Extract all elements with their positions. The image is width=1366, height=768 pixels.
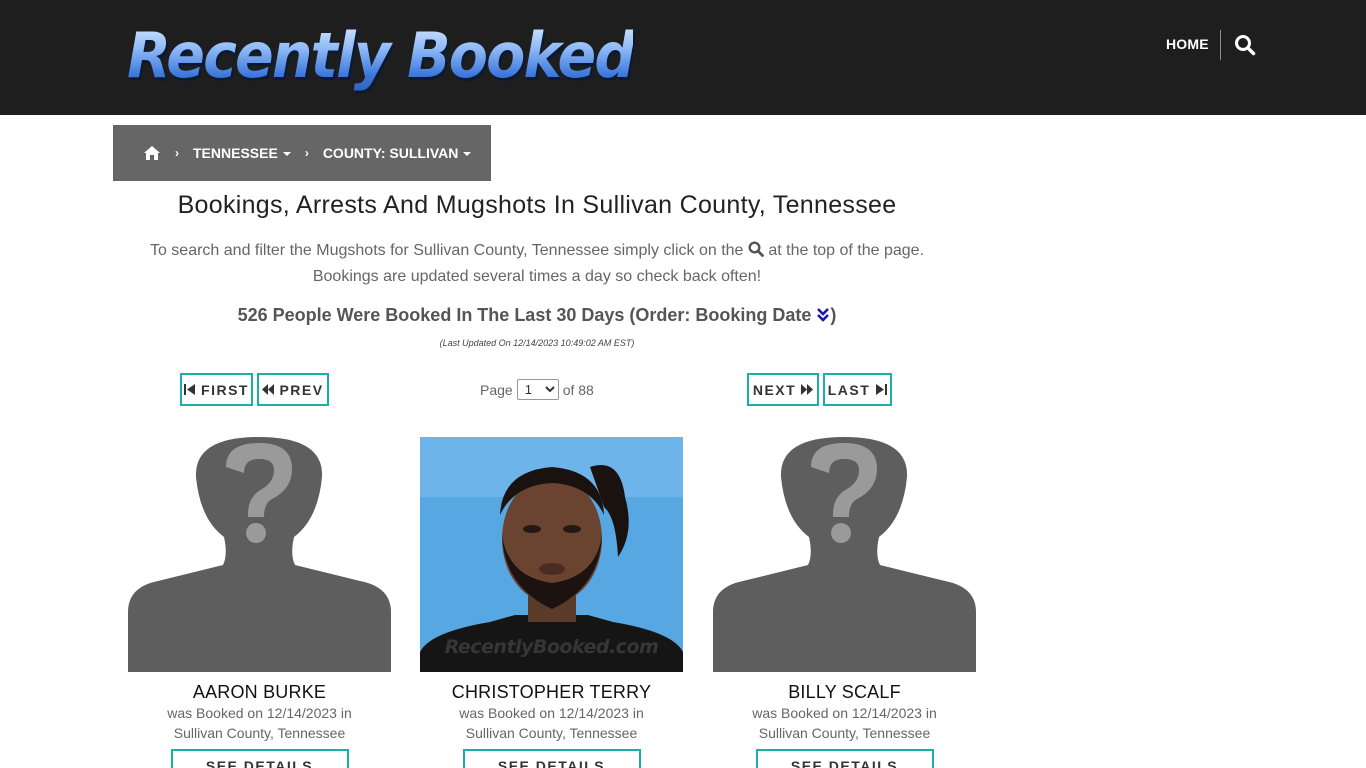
- booking-count: 526 People Were Booked In The Last 30 Da…: [113, 305, 961, 326]
- last-page-icon: [876, 384, 888, 395]
- mugshot-placeholder[interactable]: [713, 437, 976, 672]
- chevron-right-icon: ›: [304, 146, 309, 160]
- page-select[interactable]: 1: [516, 379, 559, 400]
- double-chevron-down-icon[interactable]: [816, 307, 830, 323]
- booking-count-text: 526 People Were Booked In The Last 30 Da…: [237, 305, 812, 325]
- caret-down-icon: [282, 152, 291, 157]
- see-details-button[interactable]: SEE DETAILS: [170, 749, 349, 768]
- person-name: BILLY SCALF: [788, 682, 901, 702]
- booking-location-line: Sullivan County, Tennessee: [173, 725, 346, 741]
- booking-location-line: Sullivan County, Tennessee: [758, 725, 931, 741]
- breadcrumb-state[interactable]: TENNESSEE: [193, 145, 291, 161]
- booking-info: was Booked on 12/14/2023 in Sullivan Cou…: [713, 703, 976, 743]
- person-name: CHRISTOPHER TERRY: [451, 682, 652, 702]
- nav-divider: [1220, 30, 1221, 60]
- page-selector: Page 1 of 88: [480, 379, 594, 400]
- rewind-icon: [262, 384, 275, 395]
- photo-watermark: RecentlyBooked.com: [444, 636, 659, 658]
- fast-forward-icon: [801, 384, 814, 395]
- page-total: of 88: [562, 381, 594, 398]
- first-label: FIRST: [201, 381, 249, 398]
- prev-label: PREV: [279, 381, 324, 398]
- breadcrumb-county[interactable]: COUNTY: SULLIVAN: [323, 145, 472, 161]
- next-label: NEXT: [752, 381, 797, 398]
- see-details-button[interactable]: SEE DETAILS: [755, 749, 934, 768]
- chevron-right-icon: ›: [175, 146, 179, 160]
- person-name: AARON BURKE: [192, 682, 327, 702]
- booking-card[interactable]: AARON BURKE was Booked on 12/14/2023 in …: [128, 437, 391, 768]
- intro-line2: Bookings are updated several times a day…: [312, 268, 762, 285]
- last-updated: (Last Updated On 12/14/2023 10:49:02 AM …: [439, 338, 635, 348]
- booking-card[interactable]: BILLY SCALF was Booked on 12/14/2023 in …: [713, 437, 976, 768]
- intro-part1: To search and filter the Mugshots for Su…: [149, 242, 744, 259]
- prev-page-button[interactable]: PREV: [257, 373, 329, 406]
- mugshot-photo[interactable]: RecentlyBooked.com: [420, 437, 683, 672]
- intro-text: To search and filter the Mugshots for Su…: [113, 238, 961, 290]
- breadcrumb-state-label: TENNESSEE: [193, 145, 278, 161]
- search-icon[interactable]: [1234, 34, 1256, 56]
- booking-location-line: Sullivan County, Tennessee: [465, 725, 638, 741]
- nav-home-link[interactable]: HOME: [1166, 36, 1209, 52]
- home-icon[interactable]: [143, 145, 161, 161]
- booking-info: was Booked on 12/14/2023 in Sullivan Cou…: [420, 703, 683, 743]
- breadcrumb-county-label: COUNTY: SULLIVAN: [322, 145, 459, 161]
- search-icon: [748, 241, 764, 257]
- booking-date-line: was Booked on 12/14/2023 in: [752, 705, 937, 721]
- booking-date-line: was Booked on 12/14/2023 in: [167, 705, 352, 721]
- booking-date-line: was Booked on 12/14/2023 in: [459, 705, 644, 721]
- first-page-button[interactable]: FIRST: [180, 373, 253, 406]
- caret-down-icon: [463, 152, 472, 157]
- silhouette-icon: [713, 437, 976, 672]
- site-header: Recently Booked HOME: [0, 0, 1366, 115]
- last-page-button[interactable]: LAST: [823, 373, 892, 406]
- first-page-icon: [184, 384, 196, 395]
- see-details-button[interactable]: SEE DETAILS: [462, 749, 641, 768]
- next-page-button[interactable]: NEXT: [747, 373, 819, 406]
- page-title: Bookings, Arrests And Mugshots In Sulliv…: [177, 191, 897, 219]
- breadcrumb: › TENNESSEE › COUNTY: SULLIVAN: [113, 125, 491, 181]
- intro-part2: at the top of the page.: [768, 242, 925, 259]
- last-label: LAST: [827, 381, 871, 398]
- site-logo[interactable]: Recently Booked: [127, 18, 635, 94]
- booking-card[interactable]: RecentlyBooked.com CHRISTOPHER TERRY was…: [420, 437, 683, 768]
- page-label: Page: [480, 381, 513, 398]
- silhouette-icon: [128, 437, 391, 672]
- logo-text: Recently Booked: [127, 19, 635, 92]
- booking-info: was Booked on 12/14/2023 in Sullivan Cou…: [128, 703, 391, 743]
- mugshot-placeholder[interactable]: [128, 437, 391, 672]
- booking-count-close: ): [830, 305, 837, 325]
